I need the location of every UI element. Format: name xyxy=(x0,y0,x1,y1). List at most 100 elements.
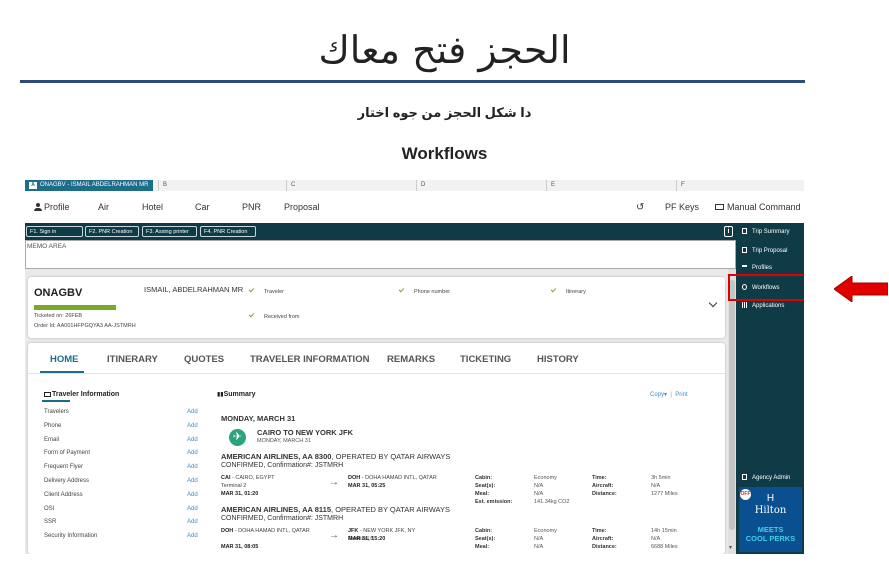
tab-history[interactable]: HISTORY xyxy=(537,354,579,365)
add-link[interactable]: Add xyxy=(187,478,198,484)
arr-name: - NEW YORK JFK, NY xyxy=(358,528,416,534)
slide-title: الحجز فتح معاك xyxy=(318,28,571,72)
add-link[interactable]: Add xyxy=(187,409,198,415)
add-link[interactable]: Add xyxy=(187,492,198,498)
session-tab-f[interactable]: F xyxy=(676,180,685,191)
tab-quotes[interactable]: QUOTES xyxy=(184,354,224,365)
session-tab-b[interactable]: B xyxy=(158,180,167,191)
sidebar-item-trip-proposal[interactable]: Trip Proposal xyxy=(742,247,787,254)
add-link[interactable]: Add xyxy=(187,464,198,470)
add-link[interactable]: Add xyxy=(187,506,198,512)
link-separator: | xyxy=(670,392,672,398)
memo-area[interactable]: MEMO AREA xyxy=(25,240,736,269)
section-heading: Workflows xyxy=(401,144,488,163)
tab-home[interactable]: HOME xyxy=(50,354,79,365)
sidebar-item-agency-admin[interactable]: Agency Admin xyxy=(742,474,790,481)
tab-badge: A xyxy=(29,182,37,189)
check-traveler-label: Traveler xyxy=(264,289,284,295)
workflows-highlight xyxy=(728,274,804,301)
session-tab-e[interactable]: E xyxy=(546,180,555,191)
tab-ticketing[interactable]: TICKETING xyxy=(460,354,511,365)
segment-operator: , OPERATED BY QATAR AIRWAYS xyxy=(331,452,451,461)
sidebar-label: Trip Proposal xyxy=(752,248,788,254)
tab-remarks[interactable]: REMARKS xyxy=(387,354,435,365)
add-link[interactable]: Add xyxy=(187,450,198,456)
add-link[interactable]: Add xyxy=(187,423,198,429)
segment-arrival: DOH - DOHA HAMAD INTL, QATAR xyxy=(348,475,437,481)
suitcase-icon xyxy=(742,228,747,234)
sidebar-item-profiles[interactable]: Profiles xyxy=(742,265,772,271)
segment-arrival: JFK - NEW YORK JFK, NY xyxy=(348,528,415,534)
add-link[interactable]: Add xyxy=(187,437,198,443)
arr-code: JFK xyxy=(348,528,359,534)
menu-proposal[interactable]: Proposal xyxy=(284,202,320,212)
tab-traveler-information[interactable]: TRAVELER INFORMATION xyxy=(250,354,369,365)
copy-print-links: Copy▾ | Print xyxy=(650,391,688,398)
fkey-assign-printer[interactable]: F3. Assing printer xyxy=(142,226,197,237)
fkey-sign-in[interactable]: F1. Sign in xyxy=(26,226,83,237)
tab-itinerary[interactable]: ITINERARY xyxy=(107,354,158,365)
menu-hotel[interactable]: Hotel xyxy=(142,202,163,212)
chevron-down-icon[interactable] xyxy=(708,298,718,308)
document-icon xyxy=(742,247,747,253)
label-emission: Est. emission: xyxy=(475,499,513,505)
sidebar-label: Trip Summary xyxy=(752,229,790,235)
value-distance: 1277 Miles xyxy=(651,491,678,497)
route-title: CAIRO TO NEW YORK JFK xyxy=(257,428,353,437)
sidebar-item-trip-summary[interactable]: Trip Summary xyxy=(742,228,789,235)
menu-pnr[interactable]: PNR xyxy=(242,202,261,212)
value-emission: 141.34kg CO2 xyxy=(534,499,570,505)
menu-pf-keys[interactable]: PF Keys xyxy=(665,202,699,212)
scrollbar-thumb[interactable] xyxy=(729,280,735,530)
function-key-bar: F1. Sign in F2. PNR Creation F3. Assing … xyxy=(25,223,736,240)
traveler-info-row-label: Security Information xyxy=(44,533,98,540)
app-screenshot: A ONAGBV - ISMAIL ABDELRAHMAN MR B C D E … xyxy=(25,180,804,554)
plane-icon: ✈ xyxy=(229,429,246,446)
sidebar-label: Profiles xyxy=(752,265,773,271)
dep-name: - DOHA HAMAD INTL, QATAR xyxy=(233,528,310,534)
pnr-card: ONAGBV Ticketed on: 26FEB Order Id: AA00… xyxy=(28,277,725,338)
fkey-pnr-creation[interactable]: F2. PNR Creation xyxy=(85,226,139,237)
value-seats: N/A xyxy=(534,536,544,542)
memo-label: MEMO AREA xyxy=(27,243,67,250)
check-icon xyxy=(248,311,255,318)
menu-profile[interactable]: Profile xyxy=(34,202,70,212)
value-cabin: Economy xyxy=(534,528,557,534)
menu-car[interactable]: Car xyxy=(195,202,210,212)
value-time: 3h 5min xyxy=(651,475,671,481)
check-phone-label: Phone number xyxy=(414,289,451,295)
menu-air[interactable]: Air xyxy=(98,202,109,212)
main-menu: Profile Air Hotel Car PNR Proposal ↺ PF … xyxy=(25,198,804,216)
arr-time: MAR 31, 15:20 xyxy=(348,536,386,542)
label-seats: Seat(s): xyxy=(475,536,496,542)
check-received-from: Received from xyxy=(248,311,300,320)
print-link[interactable]: Print xyxy=(675,392,687,398)
dep-terminal: Terminal 2 xyxy=(221,483,247,489)
session-tab-d[interactable]: D xyxy=(416,180,425,191)
add-link[interactable]: Add xyxy=(187,533,198,539)
pnr-traveler-name: ISMAIL, ABDELRAHMAN MR xyxy=(144,285,244,294)
segment-departure: DOH - DOHA HAMAD INTL, QATAR xyxy=(221,528,310,534)
manual-command-label: Manual Command xyxy=(727,202,801,212)
route-date: MONDAY, MARCH 31 xyxy=(257,438,311,444)
promo-banner[interactable]: OFF H Hilton MEETS COOL PERKS xyxy=(739,487,802,552)
sidebar-item-applications[interactable]: Applications xyxy=(742,302,784,309)
session-tab-c[interactable]: C xyxy=(286,180,295,191)
traveler-info-title: Traveler Information xyxy=(44,391,119,398)
info-icon[interactable]: i xyxy=(724,226,733,237)
label-distance: Distance: xyxy=(592,491,617,497)
add-link[interactable]: Add xyxy=(187,519,198,525)
menu-profile-label: Profile xyxy=(44,202,70,212)
copy-link[interactable]: Copy▾ xyxy=(650,392,667,398)
session-tab-a[interactable]: A ONAGBV - ISMAIL ABDELRAHMAN MR xyxy=(25,180,153,191)
check-received-label: Received from xyxy=(264,314,300,320)
history-icon[interactable]: ↺ xyxy=(636,202,644,213)
scroll-down-icon[interactable]: ▾ xyxy=(729,544,732,551)
dep-time: MAR 31, 08:05 xyxy=(221,544,259,550)
keyboard-icon xyxy=(715,204,724,210)
segment-airline: AMERICAN AIRLINES, AA 8300, OPERATED BY … xyxy=(221,452,450,461)
admin-icon xyxy=(742,474,747,480)
fkey-pnr-creation-2[interactable]: F4. PNR Creation xyxy=(200,226,256,237)
menu-manual-command[interactable]: Manual Command xyxy=(715,202,801,212)
check-phone: Phone number xyxy=(398,286,451,295)
